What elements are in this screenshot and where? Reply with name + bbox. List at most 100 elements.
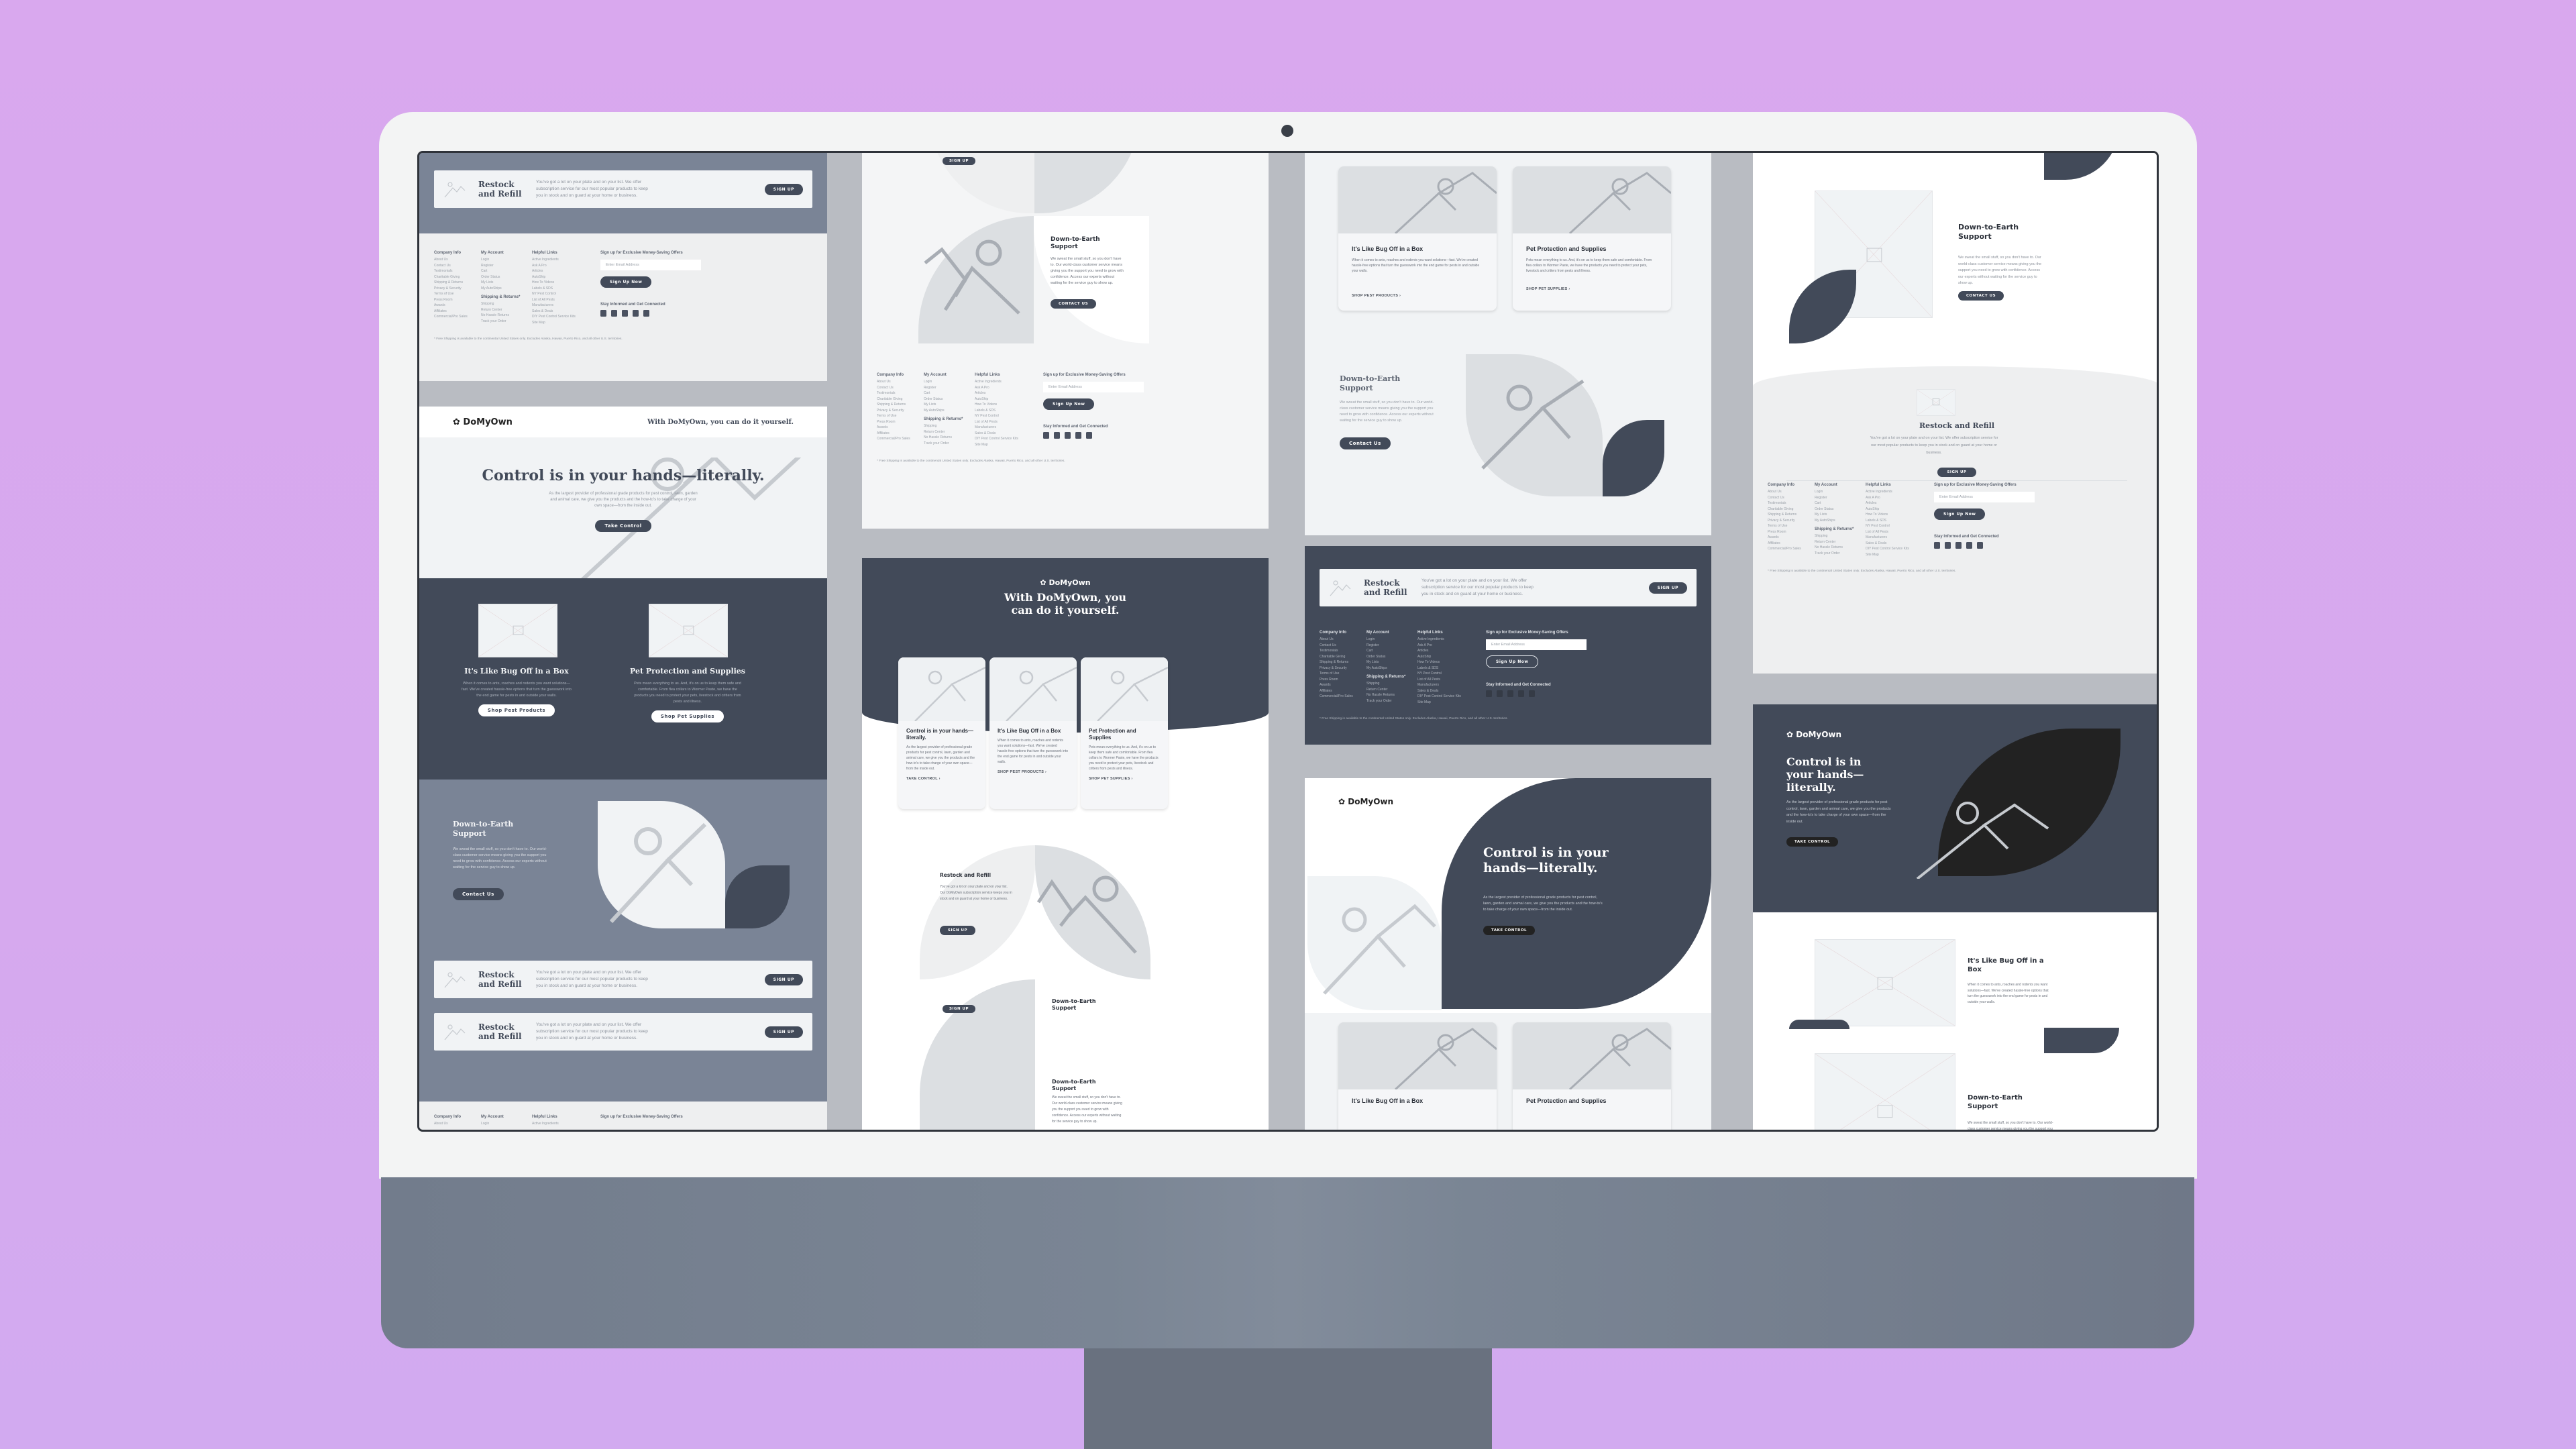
instagram-icon[interactable] [1518, 690, 1524, 697]
email-input[interactable]: Enter Email Address [1934, 492, 2035, 502]
restock-signup-button[interactable]: SIGN UP [764, 1026, 803, 1038]
footer-link[interactable]: Return Center [1366, 687, 1413, 693]
footer-link[interactable]: Commercial/Pro Sales [1320, 694, 1362, 700]
footer-link[interactable]: Shipping [1366, 681, 1413, 687]
footer-link[interactable]: Login [481, 1121, 528, 1127]
footer-link[interactable]: My Lists [1815, 512, 1862, 518]
footer-link[interactable]: Charitable Giving [1768, 506, 1811, 513]
footer-link[interactable]: Return Center [924, 429, 971, 435]
footer-link[interactable]: AutoShip [532, 274, 591, 280]
footer-link[interactable]: Order Status [1366, 654, 1413, 660]
take-control-button[interactable]: TAKE CONTROL [1786, 837, 1838, 847]
facebook-icon[interactable] [1934, 542, 1940, 549]
sign-up-now-button[interactable]: Sign Up Now [1486, 655, 1539, 668]
footer-link[interactable]: Login [1815, 489, 1862, 495]
facebook-icon[interactable] [1486, 690, 1492, 697]
footer-link[interactable]: My AutoShips [1366, 665, 1413, 672]
footer-link[interactable]: Site Map [1417, 700, 1477, 706]
footer-link[interactable]: Site Map [975, 442, 1034, 448]
footer-link[interactable]: Sales & Deals [532, 309, 591, 315]
restock-signup-button[interactable]: SIGN UP [764, 973, 803, 985]
footer-link[interactable]: How To Videos [1417, 659, 1477, 665]
restock-signup-button[interactable]: SIGN UP [943, 157, 976, 165]
footer-link[interactable]: Privacy & Security [877, 408, 920, 414]
footer-link[interactable]: Press Room [1768, 529, 1811, 535]
take-control-button[interactable]: Take Control [595, 520, 651, 532]
email-input[interactable]: Enter Email Address [600, 260, 701, 270]
footer-link[interactable]: About Us [434, 257, 477, 263]
sign-up-now-button[interactable]: Sign Up Now [1043, 398, 1095, 410]
restock-signup-button[interactable]: SIGN UP [943, 1005, 976, 1013]
footer-link[interactable]: Awards [434, 303, 477, 309]
footer-link[interactable]: Labels & SDS [975, 408, 1034, 414]
twitter-icon[interactable] [1054, 432, 1060, 439]
shop-pet-supplies-button[interactable]: Shop Pet Supplies [651, 710, 724, 722]
footer-link[interactable]: Privacy & Security [434, 286, 477, 292]
footer-link[interactable]: Sales & Deals [1417, 688, 1477, 694]
instagram-icon[interactable] [633, 310, 639, 317]
footer-link[interactable]: DIY Pest Control Service Kits [1417, 694, 1477, 700]
footer-link[interactable]: Commercial/Pro Sales [1768, 546, 1811, 552]
footer-link[interactable]: Cart [924, 390, 971, 396]
footer-link[interactable]: AutoShip [1866, 506, 1925, 513]
footer-link[interactable]: Testimonials [1768, 500, 1811, 506]
footer-link[interactable]: Ask A Pro [1417, 643, 1477, 649]
contact-us-button[interactable]: Contact Us [1340, 437, 1391, 449]
footer-link[interactable]: Ask A Pro [532, 263, 591, 269]
linkedin-icon[interactable] [1529, 690, 1535, 697]
footer-link[interactable]: DIY Pest Control Service Kits [975, 436, 1034, 442]
restock-signup-button[interactable]: SIGN UP [940, 926, 976, 935]
footer-link[interactable]: Order Status [1815, 506, 1862, 513]
footer-link[interactable]: Terms of Use [1768, 523, 1811, 529]
twitter-icon[interactable] [611, 310, 617, 317]
footer-link[interactable]: AutoShip [1417, 654, 1477, 660]
footer-link[interactable]: Terms of Use [1320, 671, 1362, 677]
shop-pet-supplies-link[interactable]: SHOP PET SUPPLIES › [1089, 777, 1160, 781]
footer-link[interactable]: Track your Order [481, 319, 528, 325]
footer-link[interactable]: Register [1815, 495, 1862, 501]
footer-link[interactable]: Press Room [1320, 677, 1362, 683]
footer-link[interactable]: No Hassle Returns [1366, 692, 1413, 698]
footer-link[interactable]: Terms of Use [877, 413, 920, 419]
footer-link[interactable]: Shipping & Returns [434, 280, 477, 286]
footer-link[interactable]: Testimonials [1320, 648, 1362, 654]
sign-up-now-button[interactable]: Sign Up Now [1934, 508, 1986, 520]
footer-link[interactable]: Ask A Pro [1866, 495, 1925, 501]
footer-link[interactable]: Labels & SDS [532, 286, 591, 292]
footer-link[interactable]: Charitable Giving [877, 396, 920, 402]
facebook-icon[interactable] [600, 310, 606, 317]
footer-link[interactable]: Charitable Giving [434, 274, 477, 280]
footer-link[interactable]: Press Room [877, 419, 920, 425]
footer-link[interactable]: Articles [1417, 648, 1477, 654]
shop-pest-products-link[interactable]: SHOP PEST PRODUCTS › [998, 770, 1069, 774]
footer-link[interactable]: Active Ingredients [1866, 489, 1925, 495]
footer-link[interactable]: About Us [1320, 637, 1362, 643]
footer-link[interactable]: Privacy & Security [1768, 518, 1811, 524]
footer-link[interactable]: Terms of Use [434, 291, 477, 297]
footer-link[interactable]: Cart [1815, 500, 1862, 506]
footer-link[interactable]: Articles [1866, 500, 1925, 506]
shop-pest-products-button[interactable]: Shop Pest Products [478, 704, 555, 716]
footer-link[interactable]: Active Ingredients [975, 379, 1034, 385]
footer-link[interactable]: Active Ingredients [532, 257, 591, 263]
footer-link[interactable]: My AutoShips [1815, 518, 1862, 524]
restock-signup-button[interactable]: SIGN UP [1648, 582, 1687, 594]
footer-link[interactable]: Order Status [481, 274, 528, 280]
footer-link[interactable]: No Hassle Returns [481, 313, 528, 319]
footer-link[interactable]: Active Ingredients [532, 1121, 591, 1127]
footer-link[interactable]: My Lists [924, 402, 971, 408]
shop-pest-products-link[interactable]: SHOP PEST PRODUCTS › [1352, 294, 1483, 298]
footer-link[interactable]: List of All Pests [975, 419, 1034, 425]
logo[interactable]: ✿ DoMyOwn [453, 417, 513, 427]
email-input[interactable]: Enter Email Address [1486, 639, 1587, 650]
twitter-icon[interactable] [1497, 690, 1503, 697]
contact-us-button[interactable]: CONTACT US [1051, 299, 1097, 309]
linkedin-icon[interactable] [1977, 542, 1983, 549]
footer-link[interactable]: Awards [877, 425, 920, 431]
footer-link[interactable]: Return Center [481, 307, 528, 313]
footer-link[interactable]: Shipping [924, 423, 971, 429]
footer-link[interactable]: Labels & SDS [1866, 518, 1925, 524]
footer-link[interactable]: Track your Order [1366, 698, 1413, 704]
contact-us-button[interactable]: Contact Us [453, 888, 504, 900]
footer-link[interactable]: Shipping & Returns [877, 402, 920, 408]
